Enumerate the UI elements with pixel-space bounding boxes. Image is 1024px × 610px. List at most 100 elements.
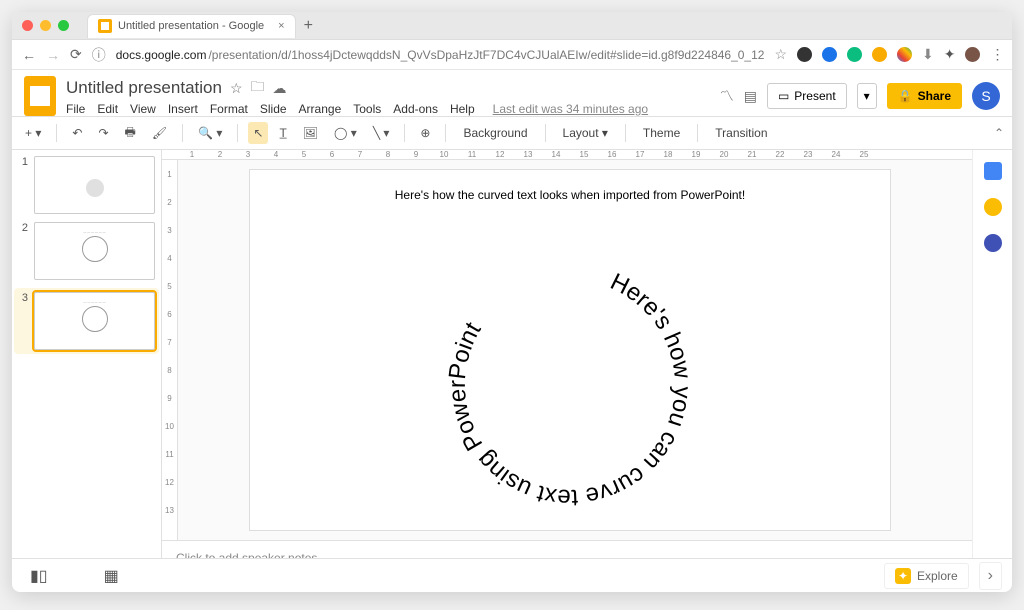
tab-title: Untitled presentation - Google [118,20,264,32]
window-zoom-icon[interactable] [58,20,69,31]
textbox-tool[interactable]: T̲ [274,122,291,144]
slide-heading[interactable]: Here's how the curved text looks when im… [250,170,890,202]
activity-icon[interactable]: 〽 [720,86,734,106]
slide-thumbnail[interactable] [34,156,155,214]
menu-format[interactable]: Format [210,102,248,116]
select-tool[interactable]: ↖ [248,122,268,144]
menu-insert[interactable]: Insert [168,102,198,116]
url-path: /presentation/d/1hoss4jDctewqddsN_QvVsDp… [208,48,764,62]
comments-icon[interactable]: ▤ [744,88,757,105]
slide-canvas[interactable]: Here's how the curved text looks when im… [250,170,890,530]
speaker-notes[interactable]: Click to add speaker notes [162,540,972,558]
present-button[interactable]: ▭ Present [767,83,847,109]
canvas[interactable]: Here's how the curved text looks when im… [178,160,972,540]
shape-tool[interactable]: ◯ ▾ [329,122,362,144]
slide-thumbnail[interactable]: — — — — — — [34,292,155,350]
present-icon: ▭ [778,89,789,103]
move-icon[interactable]: 🗀 [251,76,265,100]
share-button[interactable]: 🔒 Share [887,83,962,109]
share-label: Share [918,89,951,103]
menubar: File Edit View Insert Format Slide Arran… [66,102,710,116]
tasks-icon[interactable] [984,234,1002,252]
line-tool[interactable]: ╲ ▾ [368,122,395,144]
menu-file[interactable]: File [66,102,85,116]
menu-slide[interactable]: Slide [260,102,287,116]
filmstrip-view-icon[interactable]: ▮▯ [22,562,56,590]
new-slide-button[interactable]: + ▾ [20,122,46,144]
account-avatar[interactable]: S [972,82,1000,110]
side-panel [972,150,1012,558]
redo-button[interactable]: ↷ [93,122,113,144]
extension-icon[interactable] [822,47,837,62]
extension-icon[interactable] [797,47,812,62]
keep-icon[interactable] [984,198,1002,216]
explore-label: Explore [917,569,958,583]
thumbnail-row[interactable]: 3 — — — — — — [14,288,159,354]
vertical-ruler: 12345678910111213 [162,160,178,540]
star-icon[interactable]: ☆ [230,80,243,97]
background-button[interactable]: Background [456,122,534,144]
slide-number: 1 [18,156,28,214]
slide-number: 3 [18,292,28,350]
image-tool[interactable]: 🖼 [298,122,323,144]
slide-thumbnails: 1 2 — — — — — — 3 — — — — — — [12,150,162,558]
tab-close-icon[interactable]: × [278,20,284,32]
nav-forward-icon[interactable]: → [46,47,60,63]
new-tab-button[interactable]: + [304,17,313,35]
url-host: docs.google.com [116,48,207,62]
menu-tools[interactable]: Tools [353,102,381,116]
undo-button[interactable]: ↶ [67,122,87,144]
extension-icon[interactable] [872,47,887,62]
comment-tool[interactable]: ⊕ [415,122,435,144]
slides-logo-icon[interactable] [24,76,56,116]
extension-icon[interactable] [847,47,862,62]
nav-reload-icon[interactable]: ⟳ [70,46,82,63]
download-icon[interactable]: ⬇ [922,46,934,63]
thumbnail-row[interactable]: 1 [18,156,155,214]
slide-number: 2 [18,222,28,280]
present-dropdown[interactable]: ▾ [857,83,877,109]
paint-format-button[interactable]: 🖌 [147,122,172,144]
browser-titlebar: Untitled presentation - Google × + [12,12,1012,40]
print-button[interactable]: 🖶 [120,119,141,148]
nav-back-icon[interactable]: ← [22,47,36,63]
status-bar: ▮▯ ▦ ✦ Explore › [12,558,1012,592]
extensions-menu-icon[interactable]: ✦ [944,46,956,63]
thumbnail-row[interactable]: 2 — — — — — — [18,222,155,280]
calendar-icon[interactable] [984,162,1002,180]
browser-menu-icon[interactable]: ⋮ [990,46,1004,63]
explore-icon: ✦ [895,568,911,584]
present-label: Present [794,89,835,103]
cloud-status-icon[interactable]: ☁ [273,80,287,97]
url-field[interactable]: docs.google.com/presentation/d/1hoss4jDc… [116,48,765,62]
browser-tab[interactable]: Untitled presentation - Google × [87,14,296,38]
tab-favicon [98,19,112,33]
curved-text[interactable]: Here's how you can curve text using Powe… [430,250,710,515]
extension-icon[interactable] [897,47,912,62]
menu-help[interactable]: Help [450,102,475,116]
lock-icon: 🔒 [898,89,913,103]
menu-addons[interactable]: Add-ons [393,102,438,116]
site-info-icon[interactable]: ⓘ [92,45,106,65]
slide-thumbnail[interactable]: — — — — — — [34,222,155,280]
menu-arrange[interactable]: Arrange [299,102,342,116]
horizontal-ruler: 1234567891011121314151617181920212223242… [162,150,972,160]
window-close-icon[interactable] [22,20,33,31]
last-edit-info[interactable]: Last edit was 34 minutes ago [493,102,648,116]
explore-button[interactable]: ✦ Explore [884,563,969,589]
theme-button[interactable]: Theme [636,122,687,144]
notes-placeholder: Click to add speaker notes [176,551,317,558]
menu-view[interactable]: View [130,102,156,116]
transition-button[interactable]: Transition [708,122,774,144]
collapse-toolbar-icon[interactable]: ⌃ [994,126,1004,140]
zoom-button[interactable]: 🔍 ▾ [193,122,227,144]
profile-avatar[interactable] [965,47,980,62]
grid-view-icon[interactable]: ▦ [96,562,127,590]
expand-chevron-icon[interactable]: › [979,562,1002,590]
toolbar: + ▾ ↶ ↷ 🖶 🖌 🔍 ▾ ↖ T̲ 🖼 ◯ ▾ ╲ ▾ ⊕ Backgro… [12,116,1012,150]
layout-button[interactable]: Layout ▾ [556,122,615,144]
window-minimize-icon[interactable] [40,20,51,31]
document-title[interactable]: Untitled presentation [66,78,222,98]
menu-edit[interactable]: Edit [97,102,118,116]
bookmark-icon[interactable]: ☆ [774,46,787,63]
